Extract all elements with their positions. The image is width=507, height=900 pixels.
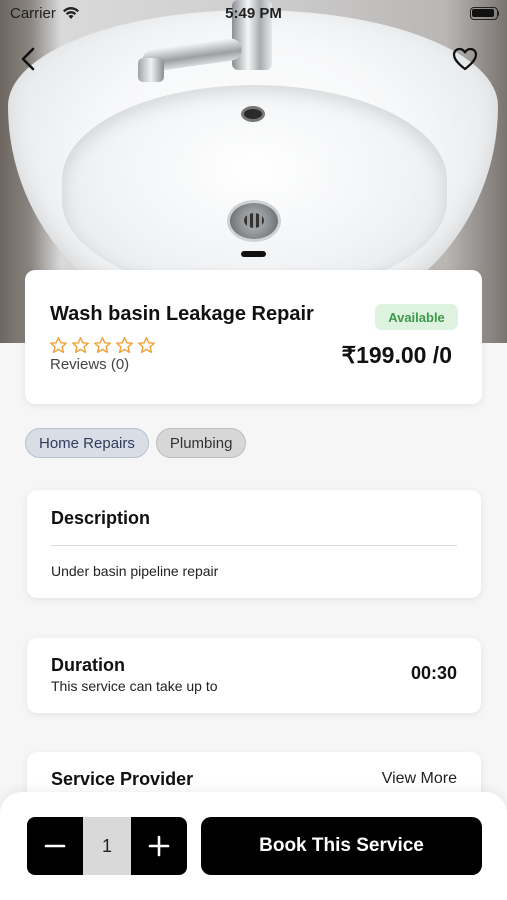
- minus-icon: [44, 844, 66, 848]
- rating-stars: [49, 336, 156, 355]
- star-icon: [137, 336, 156, 354]
- duration-card: Duration This service can take up to 00:…: [27, 638, 481, 713]
- faucet-tip-shape: [138, 58, 164, 82]
- chevron-left-icon: [21, 47, 35, 71]
- back-button[interactable]: [14, 44, 44, 74]
- description-card: Description Under basin pipeline repair: [27, 490, 481, 598]
- clock-label: 5:49 PM: [225, 5, 282, 22]
- description-heading: Description: [51, 508, 151, 528]
- battery-icon: [470, 7, 499, 20]
- quantity-stepper: 1: [27, 817, 187, 875]
- increase-quantity-button[interactable]: [131, 817, 187, 875]
- duration-value: 00:30: [410, 663, 457, 683]
- duration-subtitle: This service can take up to: [51, 678, 218, 694]
- category-chips: Home Repairs Plumbing: [25, 428, 247, 458]
- sink-drain-shape: [227, 200, 281, 242]
- heart-icon: [452, 47, 478, 71]
- star-icon: [71, 336, 90, 354]
- decrease-quantity-button[interactable]: [27, 817, 83, 875]
- booking-bar: 1 Book This Service: [0, 792, 507, 900]
- service-provider-heading: Service Provider: [51, 769, 194, 789]
- quantity-value: 1: [83, 817, 131, 875]
- description-text: Under basin pipeline repair: [51, 563, 219, 579]
- star-icon: [49, 336, 68, 354]
- service-summary-card: Wash basin Leakage Repair Available Revi…: [25, 270, 482, 404]
- view-more-link[interactable]: View More: [382, 770, 457, 788]
- star-icon: [93, 336, 112, 354]
- star-icon: [115, 336, 134, 354]
- service-title: Wash basin Leakage Repair: [50, 303, 314, 325]
- description-divider: [51, 545, 457, 546]
- reviews-count[interactable]: Reviews (0): [50, 356, 129, 373]
- image-pager-indicator: [241, 251, 266, 257]
- status-bar: Carrier 5:49 PM: [0, 0, 507, 28]
- category-chip-home-repairs[interactable]: Home Repairs: [25, 428, 149, 458]
- availability-badge: Available: [375, 304, 458, 330]
- service-price: ₹199.00 /0: [341, 342, 452, 368]
- favorite-button[interactable]: [450, 44, 480, 74]
- book-service-button[interactable]: Book This Service: [201, 817, 482, 875]
- category-chip-plumbing[interactable]: Plumbing: [155, 428, 247, 458]
- duration-heading: Duration: [51, 655, 125, 675]
- plus-icon: [148, 835, 170, 857]
- sink-overflow-shape: [241, 106, 265, 122]
